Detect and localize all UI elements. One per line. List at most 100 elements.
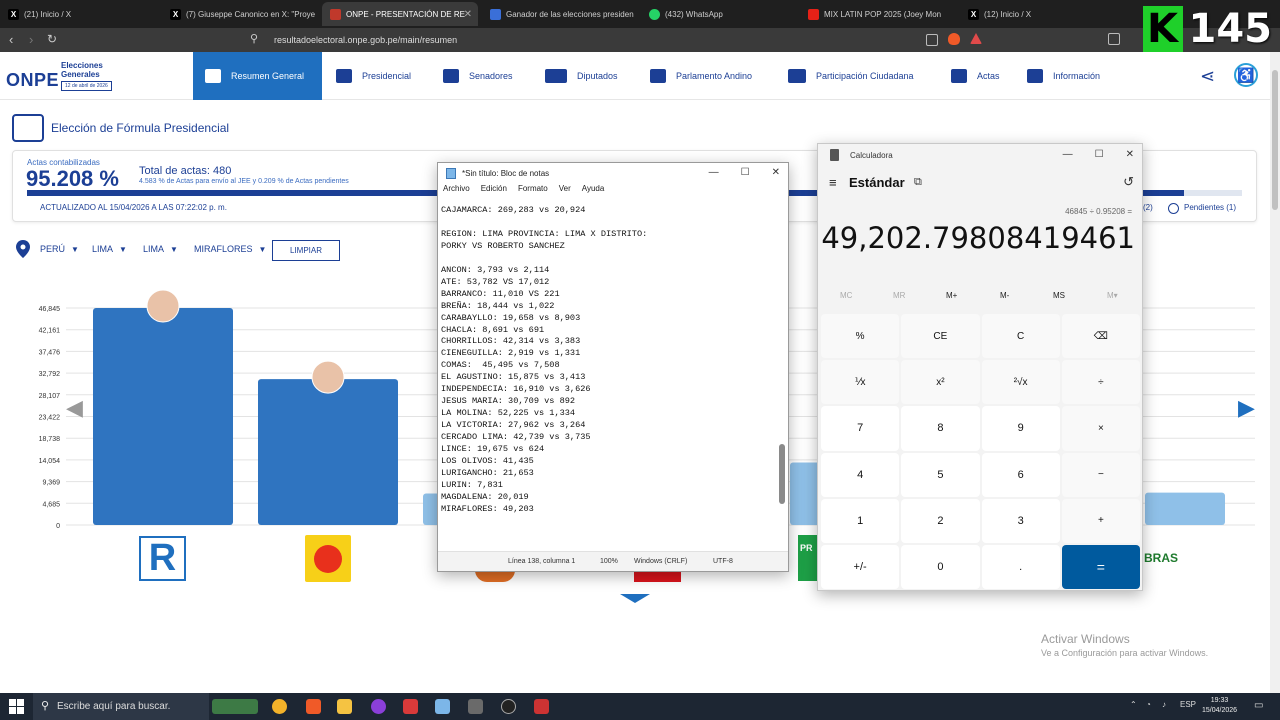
filter-country[interactable]: PERÚ ▼ — [40, 244, 79, 254]
menu-senadores[interactable]: Senadores — [443, 52, 513, 100]
copilot-icon[interactable] — [272, 699, 287, 714]
memory-clear-button[interactable]: MC — [840, 291, 852, 300]
app-icon[interactable] — [403, 699, 418, 714]
scrollbar[interactable] — [778, 199, 786, 539]
obs-icon[interactable] — [371, 699, 386, 714]
windows-start-icon[interactable] — [9, 699, 24, 714]
calc-key[interactable]: 0 — [901, 544, 980, 589]
menu-ayuda[interactable]: Ayuda — [582, 184, 605, 199]
app-icon[interactable] — [534, 699, 549, 714]
taskbar-search[interactable]: ⚲ Escribe aquí para buscar. — [33, 693, 209, 720]
browser-tab-active[interactable]: ONPE - PRESENTACIÓN DE RE ✕ — [322, 2, 478, 26]
network-icon[interactable]: ◔ — [1146, 700, 1151, 709]
widgets-icon[interactable] — [212, 699, 258, 714]
browser-tab[interactable]: X (12) Inicio / X — [968, 2, 1113, 26]
scrollbar-thumb[interactable] — [1272, 70, 1278, 210]
menu-archivo[interactable]: Archivo — [443, 184, 470, 199]
notepad-text-area[interactable]: CAJAMARCA: 269,283 vs 20,924 REGION: LIM… — [441, 205, 776, 539]
share-page-icon[interactable] — [926, 34, 938, 46]
chart-next-arrow-icon[interactable]: ▶ — [1238, 395, 1255, 421]
brave-shield-icon[interactable] — [948, 33, 960, 45]
minimize-icon[interactable]: — — [1063, 149, 1073, 160]
calc-key[interactable]: 1 — [821, 498, 900, 543]
memory-recall-button[interactable]: MR — [893, 291, 905, 300]
calc-key[interactable]: × — [1061, 406, 1140, 451]
expand-triangle-icon[interactable] — [620, 594, 650, 603]
bar-r[interactable] — [93, 308, 233, 525]
browser-tab[interactable]: X (7) Giuseppe Canonico en X: "Proye — [170, 2, 315, 26]
scrollbar-thumb[interactable] — [779, 444, 785, 504]
menu-informacion[interactable]: Información — [1027, 52, 1100, 100]
calc-key[interactable]: C — [981, 314, 1060, 359]
brave-rewards-icon[interactable] — [970, 33, 982, 44]
calc-key[interactable]: CE — [901, 314, 980, 359]
input-language[interactable]: ESP — [1180, 700, 1196, 709]
party-logo-sun[interactable] — [305, 535, 351, 582]
browser-tab[interactable]: Ganador de las elecciones presiden — [490, 2, 635, 26]
browser-tab[interactable]: X (21) Inicio / X — [8, 2, 158, 26]
calculator-taskbar-icon[interactable] — [468, 699, 483, 714]
reload-icon[interactable]: ↻ — [47, 32, 57, 46]
calc-key[interactable]: +/- — [821, 544, 900, 589]
filter-district[interactable]: MIRAFLORES ▼ — [194, 244, 266, 254]
keep-on-top-icon[interactable]: ⧉ — [914, 176, 922, 189]
menu-edicion[interactable]: Edición — [481, 184, 507, 199]
calc-key[interactable]: ⅟x — [821, 360, 900, 405]
memory-add-button[interactable]: M+ — [946, 291, 957, 300]
bar-partial[interactable] — [1145, 492, 1225, 525]
bar-partial[interactable] — [790, 462, 820, 525]
menu-resumen-general[interactable]: Resumen General — [193, 52, 322, 100]
menu-presidencial[interactable]: Presidencial — [336, 52, 411, 100]
memory-store-button[interactable]: MS — [1053, 291, 1065, 300]
onpe-logo[interactable]: ONPE — [6, 70, 59, 91]
file-explorer-icon[interactable] — [337, 699, 352, 714]
filter-department[interactable]: LIMA ▼ — [92, 244, 127, 254]
accessibility-icon[interactable]: ♿ — [1234, 63, 1258, 87]
notepad-titlebar[interactable]: *Sin título: Bloc de notas — ☐ ✕ — [438, 163, 788, 184]
forward-icon[interactable]: › — [29, 32, 33, 47]
calc-key[interactable]: . — [981, 544, 1060, 589]
tray-chevron-icon[interactable]: ⌃ — [1130, 700, 1137, 709]
menu-ver[interactable]: Ver — [559, 184, 571, 199]
calc-key[interactable]: + — [1061, 498, 1140, 543]
calc-key[interactable]: 6 — [981, 452, 1060, 497]
calc-key[interactable]: ⌫ — [1061, 314, 1140, 359]
calc-key[interactable]: ²√x — [981, 360, 1060, 405]
page-scrollbar[interactable] — [1270, 52, 1280, 693]
browser-tab[interactable]: MIX LATIN POP 2025 (Joey Mon — [808, 2, 953, 26]
maximize-icon[interactable]: ☐ — [741, 167, 750, 178]
back-icon[interactable]: ‹ — [9, 32, 13, 47]
calc-key[interactable]: 9 — [981, 406, 1060, 451]
calc-key[interactable]: = — [1061, 544, 1140, 589]
menu-icon[interactable]: ≡ — [829, 175, 837, 190]
legend-radio-icon[interactable] — [1168, 203, 1179, 214]
calc-key[interactable]: 4 — [821, 452, 900, 497]
chart-prev-arrow-icon[interactable]: ◀ — [66, 395, 83, 421]
maximize-icon[interactable]: ☐ — [1095, 149, 1104, 160]
memory-list-button[interactable]: M▾ — [1107, 291, 1118, 300]
url-field[interactable]: resultadoelectoral.onpe.gob.pe/main/resu… — [244, 31, 994, 49]
calc-key[interactable]: x² — [901, 360, 980, 405]
memory-subtract-button[interactable]: M- — [1000, 291, 1009, 300]
menu-formato[interactable]: Formato — [518, 184, 548, 199]
calc-key[interactable]: 2 — [901, 498, 980, 543]
notepad-taskbar-icon[interactable] — [435, 699, 450, 714]
calc-key[interactable]: ÷ — [1061, 360, 1140, 405]
browser-tab[interactable]: (432) WhatsApp — [649, 2, 794, 26]
calc-key[interactable]: − — [1061, 452, 1140, 497]
party-logo-r[interactable]: R — [139, 536, 186, 581]
brave-icon[interactable] — [306, 699, 321, 714]
menu-participacion-ciudadana[interactable]: Participación Ciudadana — [788, 52, 914, 100]
volume-icon[interactable]: ♪ — [1162, 700, 1166, 709]
bar-sol[interactable] — [258, 379, 398, 525]
app-icon[interactable] — [501, 699, 516, 714]
menu-actas[interactable]: Actas — [951, 52, 1000, 100]
calc-key[interactable]: % — [821, 314, 900, 359]
close-icon[interactable]: ✕ — [1126, 149, 1134, 160]
menu-diputados[interactable]: Diputados — [545, 52, 618, 100]
filter-province[interactable]: LIMA ▼ — [143, 244, 178, 254]
calc-key[interactable]: 5 — [901, 452, 980, 497]
share-icon[interactable]: ⋖ — [1200, 66, 1215, 87]
calc-key[interactable]: 8 — [901, 406, 980, 451]
calc-key[interactable]: 3 — [981, 498, 1060, 543]
